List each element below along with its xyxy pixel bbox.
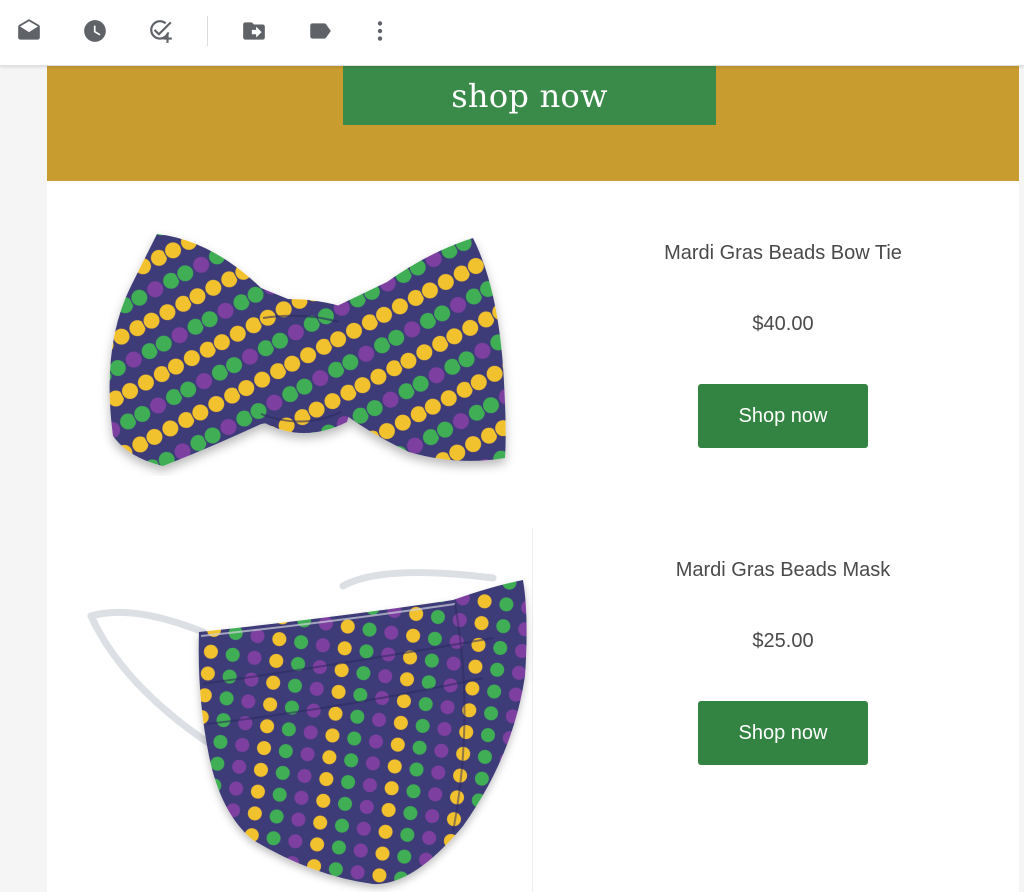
shop-now-button[interactable]: Shop now [698,701,868,765]
move-to-button[interactable] [236,13,272,49]
right-scrollbar-gutter [1019,66,1024,892]
move-to-icon [243,22,265,40]
banner-shop-now-button[interactable]: shop now [343,66,716,125]
more-vertical-icon [377,21,383,41]
label-icon [310,23,331,39]
add-to-tasks-button[interactable] [143,13,179,49]
email-toolbar [0,0,1024,66]
product-price: $25.00 [752,630,814,652]
product-name[interactable]: Mardi Gras Beads Mask [599,558,967,582]
promo-banner: shop now [47,66,1019,181]
product-price: $40.00 [752,313,814,335]
snooze-icon [84,20,106,42]
email-body: shop now Mardi Gras Beads Bow Tie $40.00… [47,66,1019,892]
toolbar-divider [207,16,208,46]
mark-read-button[interactable] [11,13,47,49]
label-button[interactable] [302,13,338,49]
product-card-bow-tie: Mardi Gras Beads Bow Tie $40.00 Shop now [599,241,967,448]
add-task-icon [150,20,172,43]
snooze-button[interactable] [77,13,113,49]
more-options-button[interactable] [362,13,398,49]
bow-tie-image[interactable] [91,226,521,476]
shop-now-button[interactable]: Shop now [698,384,868,448]
left-gutter [0,66,47,892]
product-name[interactable]: Mardi Gras Beads Bow Tie [599,241,967,265]
mark-read-icon [18,19,40,40]
product-card-mask: Mardi Gras Beads Mask $25.00 Shop now [599,558,967,765]
face-mask-image[interactable] [83,556,533,892]
